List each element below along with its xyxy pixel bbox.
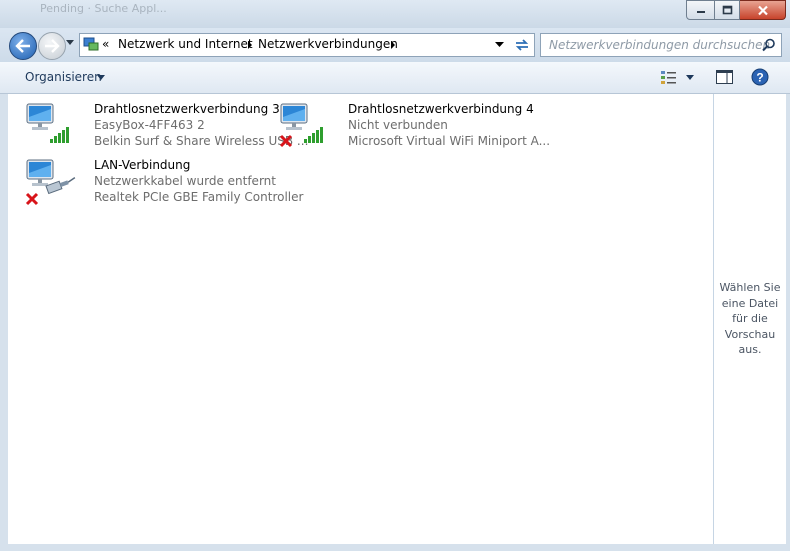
wireless-network-adapter-icon (279, 103, 323, 148)
close-button[interactable] (740, 0, 786, 20)
chevron-down-icon[interactable] (97, 75, 105, 80)
maximize-button[interactable] (715, 0, 740, 20)
preview-pane-icon[interactable] (716, 69, 733, 85)
wireless-network-adapter-icon (26, 103, 69, 143)
preview-message: Wählen Sie eine Datei für die Vorschau a… (719, 281, 781, 356)
window-controls (686, 0, 786, 20)
preview-pane: Wählen Sie eine Datei für die Vorschau a… (713, 94, 786, 544)
connection-status: Nicht verbunden (348, 118, 448, 132)
search-placeholder: Netzwerkverbindungen durchsuchen (549, 38, 771, 52)
breadcrumb-overflow[interactable]: « (102, 37, 109, 51)
window-frame-left (0, 94, 8, 551)
change-view-icon[interactable] (660, 69, 678, 85)
address-dropdown-icon[interactable] (495, 42, 504, 48)
breadcrumb-network-internet[interactable]: Netzwerk und Internet (118, 37, 253, 51)
connection-item-lan[interactable]: LAN-Verbindung Netzwerkkabel wurde entfe… (24, 158, 303, 210)
help-icon[interactable]: ? (751, 68, 769, 86)
minimize-icon (696, 11, 705, 13)
recent-pages-dropdown-icon[interactable] (65, 39, 75, 47)
command-toolbar: Organisieren ? (0, 62, 790, 94)
connection-item-wireless-4[interactable]: Drahtlosnetzwerkverbindung 4 Nicht verbu… (278, 102, 550, 154)
maximize-icon (722, 5, 732, 15)
refresh-icon (515, 39, 529, 51)
connection-device: Belkin Surf & Share Wireless USB ... (94, 134, 309, 148)
breadcrumb-separator-icon[interactable] (390, 40, 396, 50)
window-frame-bottom (0, 544, 790, 551)
breadcrumb-network-connections[interactable]: Netzwerkverbindungen (258, 37, 398, 51)
connections-list: Drahtlosnetzwerkverbindung 3 EasyBox-4FF… (8, 94, 713, 544)
view-options-dropdown-icon[interactable] (686, 75, 694, 80)
connection-status: Netzwerkkabel wurde entfernt (94, 174, 276, 188)
arrow-right-icon (45, 39, 60, 53)
svg-text:?: ? (756, 71, 763, 85)
title-bar: Pending · Suche Appl... (0, 0, 790, 28)
connection-status: EasyBox-4FF463 2 (94, 118, 205, 132)
navigation-bar: « Netzwerk und Internet Netzwerkverbindu… (0, 28, 790, 62)
connection-name: Drahtlosnetzwerkverbindung 4 (348, 102, 534, 116)
lan-adapter-icon (25, 159, 76, 206)
back-button[interactable] (9, 32, 37, 60)
search-icon[interactable] (762, 38, 776, 52)
arrow-left-icon (15, 39, 30, 53)
network-folder-icon (83, 37, 99, 51)
address-bar[interactable]: « Netzwerk und Internet Netzwerkverbindu… (79, 33, 511, 57)
connection-device: Microsoft Virtual WiFi Miniport A... (348, 134, 551, 148)
refresh-button[interactable] (510, 33, 535, 57)
window-title: Pending · Suche Appl... (40, 2, 167, 15)
connection-device: Realtek PCIe GBE Family Controller (94, 190, 304, 204)
connection-name: LAN-Verbindung (94, 158, 191, 172)
connection-name: Drahtlosnetzwerkverbindung 3 (94, 102, 280, 116)
organize-button[interactable]: Organisieren (25, 70, 102, 84)
search-box[interactable]: Netzwerkverbindungen durchsuchen (540, 33, 782, 57)
close-icon (757, 5, 768, 15)
connection-item-wireless-3[interactable]: Drahtlosnetzwerkverbindung 3 EasyBox-4FF… (24, 102, 308, 154)
breadcrumb-separator-icon[interactable] (247, 40, 253, 50)
minimize-button[interactable] (686, 0, 715, 20)
forward-button[interactable] (38, 32, 66, 60)
